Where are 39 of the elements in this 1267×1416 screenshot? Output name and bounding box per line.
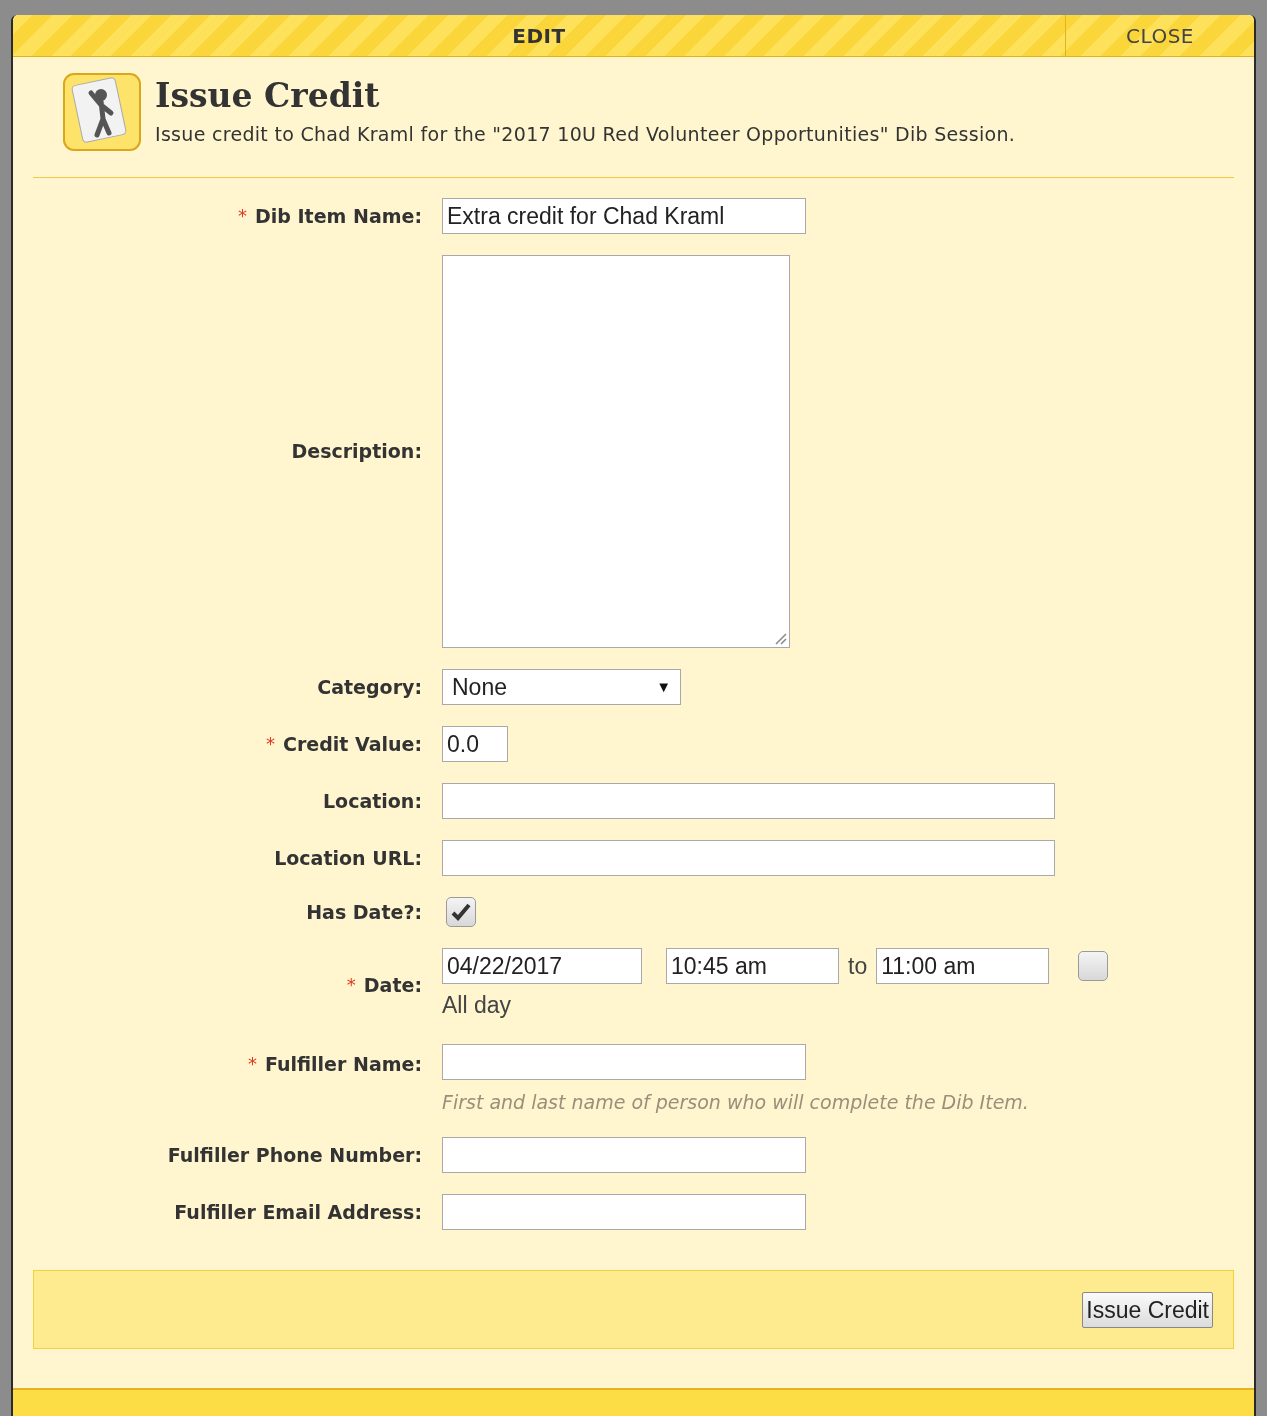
required-mark: * — [238, 203, 248, 228]
text-field[interactable]: Extra credit for Chad Kraml — [442, 198, 806, 234]
field-label: Credit Value: — [282, 731, 422, 757]
field-label: Fulfiller Name: — [264, 1051, 422, 1077]
checkbox[interactable] — [446, 897, 476, 927]
field-label: Date: — [363, 973, 422, 998]
required-mark: * — [247, 1051, 257, 1076]
resize-grip-icon — [773, 631, 787, 645]
dialog-title: Issue Credit — [155, 75, 381, 117]
issue-credit-button[interactable]: Issue Credit — [1082, 1291, 1213, 1328]
field-label: Has Date?: — [306, 899, 422, 925]
text-field[interactable] — [442, 1137, 806, 1173]
field-label: Location URL: — [274, 845, 422, 871]
close-button[interactable]: CLOSE — [1065, 15, 1254, 56]
text-field[interactable] — [442, 840, 1055, 876]
text-field[interactable] — [442, 783, 1055, 819]
dialog-header-title: EDIT — [511, 23, 567, 50]
dialog-subtitle: Issue credit to Chad Kraml for the "2017 10U Red Volunteer Opportunities" Dib Session. — [155, 122, 1016, 148]
field-hint: First and last name of person who will complete the Dib Item. — [442, 1089, 1029, 1115]
field-label: Category: — [317, 674, 422, 700]
category-select[interactable]: None ▼ — [442, 669, 681, 705]
text-field[interactable] — [442, 1194, 806, 1230]
date-field[interactable]: 04/22/2017 — [442, 948, 642, 984]
check-icon — [451, 903, 471, 921]
field-label: Fulfiller Phone Number: — [167, 1142, 422, 1168]
all-day-label: All day — [442, 991, 513, 1020]
required-mark: * — [265, 731, 275, 756]
start-time-field[interactable]: 10:45 am — [666, 948, 839, 984]
end-time-field[interactable]: 11:00 am — [876, 948, 1050, 984]
text-field[interactable]: 0.0 — [442, 726, 508, 762]
required-mark: * — [346, 973, 356, 997]
field-label: Description: — [291, 439, 422, 465]
volunteer-icon — [63, 73, 141, 151]
field-label: Dib Item Name: — [255, 203, 422, 229]
checkbox[interactable] — [1078, 951, 1109, 981]
text-field[interactable] — [442, 1043, 806, 1080]
field-label: Fulfiller Email Address: — [174, 1199, 422, 1225]
range-separator: to — [848, 951, 868, 981]
field-label: Location: — [322, 788, 422, 814]
